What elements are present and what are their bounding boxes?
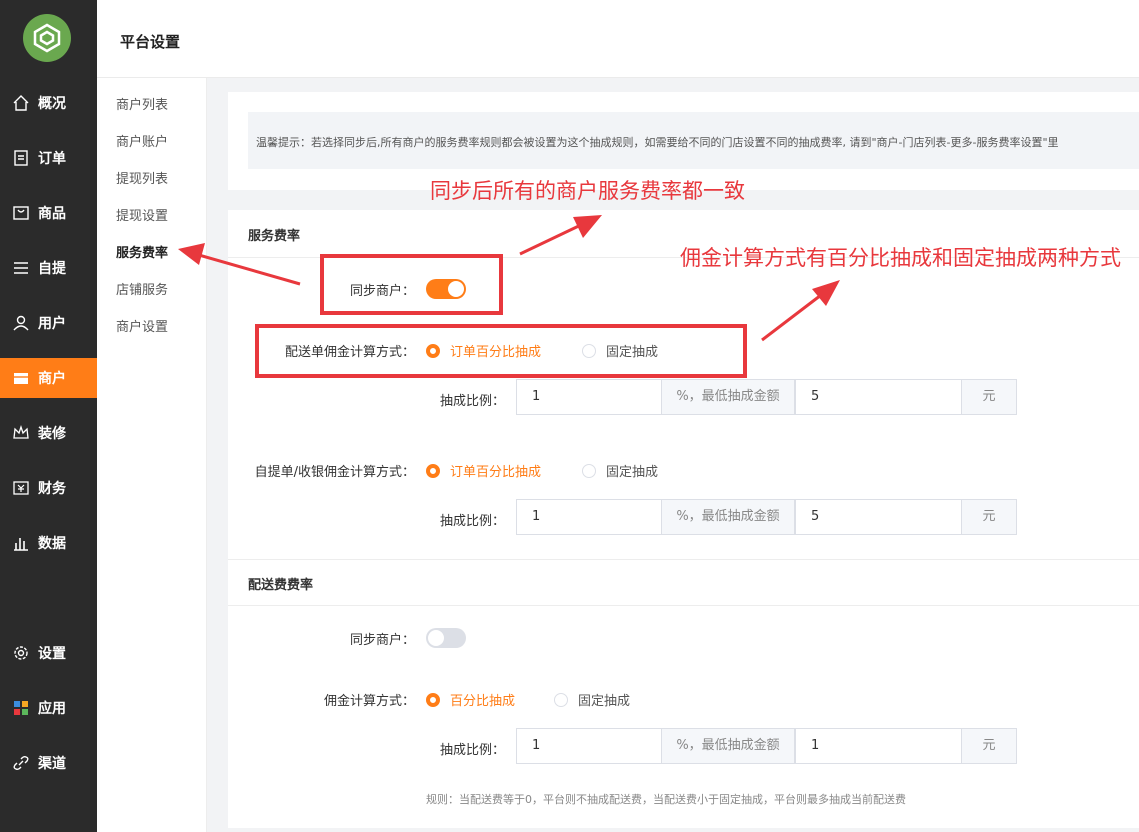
ratio-label: 抽成比例：	[439, 743, 505, 758]
switch-knob	[428, 630, 444, 646]
nav-merchants[interactable]: 商户	[0, 358, 97, 398]
nav-label: 概况	[38, 96, 66, 112]
fee-percent-radio[interactable]: 百分比抽成	[426, 690, 515, 709]
app-logo[interactable]	[23, 14, 71, 62]
pickup-min-input[interactable]: 5	[795, 499, 962, 535]
pickup-commission-label: 自提单/收银佣金计算方式：	[254, 465, 415, 480]
ratio-addon: %，最低抽成金额	[662, 379, 795, 415]
tip-text: 温馨提示：若选择同步后,所有商户的服务费率规则都会被设置为这个抽成规则，如需要给…	[248, 112, 1139, 169]
nav-settings[interactable]: 设置	[0, 633, 97, 673]
gear-icon	[12, 644, 30, 662]
nav-label: 渠道	[38, 756, 66, 772]
submenu-service-rate[interactable]: 服务费率	[116, 242, 168, 261]
pickup-ratio-group: 1 %，最低抽成金额 5 元	[516, 499, 1017, 535]
fee-ratio-group: 1 %，最低抽成金额 1 元	[516, 728, 1017, 764]
radio-dot	[426, 463, 440, 478]
annotation-box-sync	[320, 254, 503, 315]
nav-goods[interactable]: 商品	[0, 193, 97, 233]
sync-merchant-label: 同步商户：	[349, 633, 415, 648]
main-sidebar: 概况 订单 商品 自提 用户 商户 装修 财务 数据 设置 应用 渠道	[0, 0, 97, 832]
ratio-label: 抽成比例：	[439, 394, 505, 409]
logo-icon	[33, 23, 61, 53]
radio-dot	[426, 692, 440, 707]
nav-label: 商品	[38, 206, 66, 222]
store-icon	[12, 369, 30, 387]
submenu-merchant-settings[interactable]: 商户设置	[116, 316, 168, 335]
nav-label: 设置	[38, 646, 66, 662]
delivery-ratio-group: 1 %，最低抽成金额 5 元	[516, 379, 1017, 415]
section-divider	[228, 605, 1139, 606]
radio-dot	[554, 692, 568, 707]
radio-label: 固定抽成	[606, 465, 659, 480]
app-root: 概况 订单 商品 自提 用户 商户 装修 财务 数据 设置 应用 渠道 平台设置…	[0, 0, 1139, 832]
finance-icon	[12, 479, 30, 497]
crown-icon	[12, 424, 30, 442]
nav-label: 自提	[38, 261, 66, 277]
nav-pickup[interactable]: 自提	[0, 248, 97, 288]
nav-orders[interactable]: 订单	[0, 138, 97, 178]
ratio-label: 抽成比例：	[439, 514, 505, 529]
submenu-withdraw-list[interactable]: 提现列表	[116, 168, 168, 187]
commission-method-label: 佣金计算方式：	[323, 694, 415, 709]
user-icon	[12, 314, 30, 332]
ratio-addon: %，最低抽成金额	[662, 499, 795, 535]
fee-ratio-input[interactable]: 1	[516, 728, 662, 764]
annotation-box-method	[255, 324, 747, 378]
nav-users[interactable]: 用户	[0, 303, 97, 343]
delivery-sync-switch[interactable]	[426, 628, 466, 648]
yuan-addon: 元	[962, 379, 1017, 415]
annotation-text-method: 佣金计算方式有百分比抽成和固定抽成两种方式	[680, 246, 1121, 270]
submenu-merchant-list[interactable]: 商户列表	[116, 94, 168, 113]
delivery-fee-title: 配送费费率	[248, 578, 314, 593]
fee-fixed-radio[interactable]: 固定抽成	[554, 690, 630, 709]
pickup-percent-radio[interactable]: 订单百分比抽成	[426, 461, 541, 480]
home-icon	[12, 94, 30, 112]
nav-label: 订单	[38, 151, 66, 167]
top-header: 平台设置	[97, 0, 1139, 78]
pickup-ratio-input[interactable]: 1	[516, 499, 662, 535]
goods-icon	[12, 204, 30, 222]
page-title: 平台设置	[120, 33, 181, 51]
pickup-fixed-radio[interactable]: 固定抽成	[582, 461, 658, 480]
nav-label: 应用	[38, 701, 66, 717]
order-icon	[12, 149, 30, 167]
submenu-store-service[interactable]: 店铺服务	[116, 279, 168, 298]
fee-min-input[interactable]: 1	[795, 728, 962, 764]
nav-label: 装修	[38, 426, 66, 442]
radio-dot	[582, 463, 596, 478]
annotation-text-sync: 同步后所有的商户服务费率都一致	[430, 179, 745, 203]
link-icon	[12, 754, 30, 772]
yuan-addon: 元	[962, 499, 1017, 535]
sub-menu: 商户列表 商户账户 提现列表 提现设置 服务费率 店铺服务 商户设置	[97, 78, 207, 832]
nav-channels[interactable]: 渠道	[0, 743, 97, 783]
nav-label: 财务	[38, 481, 66, 497]
yuan-addon: 元	[962, 728, 1017, 764]
service-rate-title: 服务费率	[248, 229, 301, 244]
nav-label: 用户	[38, 316, 66, 332]
nav-apps[interactable]: 应用	[0, 688, 97, 728]
apps-icon	[12, 699, 30, 717]
nav-label: 数据	[38, 536, 66, 552]
ratio-addon: %，最低抽成金额	[662, 728, 795, 764]
submenu-merchant-account[interactable]: 商户账户	[116, 131, 168, 150]
nav-label: 商户	[38, 371, 66, 387]
radio-label: 订单百分比抽成	[450, 465, 542, 480]
nav-decoration[interactable]: 装修	[0, 413, 97, 453]
nav-overview[interactable]: 概况	[0, 83, 97, 123]
radio-label: 固定抽成	[578, 694, 631, 709]
submenu-withdraw-settings[interactable]: 提现设置	[116, 205, 168, 224]
nav-finance[interactable]: 财务	[0, 468, 97, 508]
delivery-ratio-input[interactable]: 1	[516, 379, 662, 415]
delivery-min-input[interactable]: 5	[795, 379, 962, 415]
radio-label: 百分比抽成	[450, 694, 516, 709]
nav-data[interactable]: 数据	[0, 523, 97, 563]
section-divider	[228, 559, 1139, 560]
delivery-rule-text: 规则：当配送费等于0，平台则不抽成配送费，当配送费小于固定抽成，平台则最多抽成当…	[426, 793, 906, 806]
list-icon	[12, 259, 30, 277]
chart-icon	[12, 534, 30, 552]
